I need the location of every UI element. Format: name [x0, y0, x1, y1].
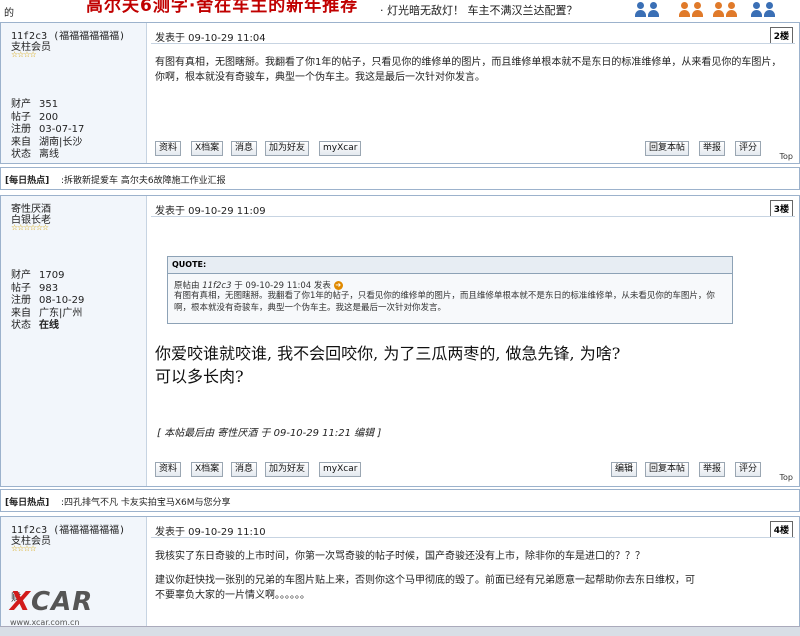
rate-button[interactable]: 评分 [735, 141, 762, 156]
hot-label: [每日热点] [5, 176, 50, 186]
divider [151, 537, 795, 538]
post-content: 我核实了东日奇骏的上市时间，你第一次骂奇骏的帖子时候，国产奇骏还没有上市，除非你… [155, 549, 785, 603]
hot-topic-link[interactable]: :四孔排气不凡 卡友实拍宝马X6M与您分享 [61, 495, 231, 508]
edited-note: [ 本帖最后由 寄性厌酒 于 09-10-29 11:21 编辑 ] [157, 428, 382, 439]
users-icon [750, 2, 780, 18]
report-button[interactable]: 举报 [699, 141, 726, 156]
post-content: 有图有真相，无图瞎掰。我翻看了你1年的帖子，只看见你的维修单的图片，而且维修单根… [155, 57, 782, 83]
rank-stars-icon: ☆☆☆☆☆☆ [11, 223, 49, 232]
xfile-button[interactable]: X档案 [191, 462, 224, 477]
top-left-text: 的 [4, 8, 14, 19]
users-icon [678, 2, 708, 18]
top-banner: 的 高尔夫6测字·舍在车主的新年推荐 · 灯光暗无敌灯！ 车主不满汉兰达配置？ [0, 0, 800, 20]
rank-stars-icon: ☆☆☆☆ [11, 544, 37, 553]
reply-button[interactable]: 回复本帖 [645, 462, 690, 477]
content-line: 你爱咬谁就咬谁, 我不会回咬你, 为了三瓜两枣的, 做急先锋, 为啥? [155, 344, 621, 363]
post-floor-2: 11f2c3 (福福福福福福) 支柱会员 ☆☆☆☆ 财产 351 帖子 200 注册… [0, 22, 800, 164]
quote-header: QUOTE: [168, 257, 732, 274]
rank-stars-icon: ☆☆☆☆ [11, 50, 37, 59]
content-line: 可以多长肉? [155, 367, 244, 386]
user-icons [630, 0, 800, 20]
xcar-logo: XCAR [10, 587, 94, 617]
message-button[interactable]: 消息 [231, 462, 258, 477]
quote-block: QUOTE: 原帖由 11f2c3 于 09-10-29 11:04 发表 ➜ … [167, 256, 733, 324]
users-icon [712, 2, 742, 18]
stat-row: 财产 1709 [11, 270, 65, 281]
stat-row: 来自 湖南|长沙 [11, 136, 83, 148]
divider [151, 216, 795, 217]
content-line: 我核实了东日奇骏的上市时间，你第一次骂奇骏的帖子时候，国产奇骏还没有上市，除非你… [155, 551, 645, 562]
myxcar-button[interactable]: myXcar [319, 141, 362, 156]
profile-button[interactable]: 资料 [155, 141, 182, 156]
add-friend-button[interactable]: 加为好友 [265, 141, 310, 156]
myxcar-button[interactable]: myXcar [319, 462, 362, 477]
floor-number[interactable]: 3楼 [769, 200, 793, 217]
banner-link[interactable]: · 灯光暗无敌灯！ 车主不满汉兰达配置？ [380, 2, 578, 18]
quote-text: 有图有真相，无图瞎掰。我翻看了你1年的帖子，只看见你的维修单的图片，而且维修单根… [174, 291, 715, 313]
report-button[interactable]: 举报 [699, 462, 726, 477]
post-floor-3: 寄性厌酒 白银长老 ☆☆☆☆☆☆ 财产 1709 帖子 983 注册 08-10-29… [0, 195, 800, 487]
hot-topic-link[interactable]: :拆散新提爱车 高尔夫6故障施工作业汇报 [61, 173, 226, 186]
post-body: 发表于 09-10-29 11:09 3楼 QUOTE: 原帖由 11f2c3 … [147, 196, 799, 486]
reply-button[interactable]: 回复本帖 [645, 141, 690, 156]
floor-number[interactable]: 2楼 [769, 27, 793, 44]
stat-row: 注册 03-07-17 [11, 124, 85, 135]
author-stats: 财产 351 帖子 200 注册 03-07-17 来自 湖南|长沙 状态 离线 [11, 99, 84, 162]
divider [151, 43, 795, 44]
post-time: 发表于 09-10-29 11:10 [155, 527, 266, 538]
hot-topic-bar: [每日热点] :拆散新提爱车 高尔夫6故障施工作业汇报 [0, 167, 800, 190]
banner-heading[interactable]: 高尔夫6测字·舍在车主的新年推荐 [86, 0, 358, 16]
stat-row: 状态 离线 [11, 149, 59, 160]
top-link[interactable]: Top [780, 152, 794, 161]
author-panel: 寄性厌酒 白银长老 ☆☆☆☆☆☆ 财产 1709 帖子 983 注册 08-10-29… [1, 196, 147, 486]
post-content: 你爱咬谁就咬谁, 我不会回咬你, 为了三瓜两枣的, 做急先锋, 为啥? 可以多长… [155, 342, 620, 388]
post-time: 发表于 09-10-29 11:09 [155, 206, 266, 217]
stat-row: 来自 广东|广州 [11, 307, 83, 319]
profile-button[interactable]: 资料 [155, 462, 182, 477]
author-panel: 11f2c3 (福福福福福福) 支柱会员 ☆☆☆☆ 财产 351 帖子 200 注册… [1, 23, 147, 163]
stat-row: 财产 351 [11, 99, 59, 110]
top-link[interactable]: Top [780, 473, 794, 482]
stat-row: 帖子 983 [11, 282, 59, 294]
hot-label: [每日热点] [5, 498, 50, 508]
stat-row: 状态 在线 [11, 320, 59, 331]
post-body: 发表于 09-10-29 11:10 4楼 我核实了东日奇骏的上市时间，你第一次… [147, 517, 799, 635]
content-line: 建议你赶快找一张别的兄弟的车图片贴上来，否则你这个马甲彻底的毁了。前面已经有兄弟… [155, 575, 695, 586]
content-line: 不要辜负大家的一片情义啊。。。。。。 [155, 590, 310, 601]
post-time: 发表于 09-10-29 11:04 [155, 33, 266, 44]
author-stats: 财产 1709 帖子 983 注册 08-10-29 来自 广东|广州 状态 在线 [11, 270, 84, 333]
rate-button[interactable]: 评分 [735, 462, 762, 477]
xfile-button[interactable]: X档案 [191, 141, 224, 156]
post-body: 发表于 09-10-29 11:04 2楼 有图有真相，无图瞎掰。我翻看了你1年… [147, 23, 799, 163]
floor-number[interactable]: 4楼 [769, 521, 793, 538]
edit-button[interactable]: 编辑 [611, 462, 638, 477]
stat-row: 注册 08-10-29 [11, 295, 85, 306]
add-friend-button[interactable]: 加为好友 [265, 462, 310, 477]
users-icon [634, 2, 664, 18]
hot-topic-bar: [每日热点] :四孔排气不凡 卡友实拍宝马X6M与您分享 [0, 489, 800, 512]
goto-post-icon[interactable]: ➜ [333, 281, 343, 290]
message-button[interactable]: 消息 [231, 141, 258, 156]
stat-row: 帖子 200 [11, 111, 59, 123]
